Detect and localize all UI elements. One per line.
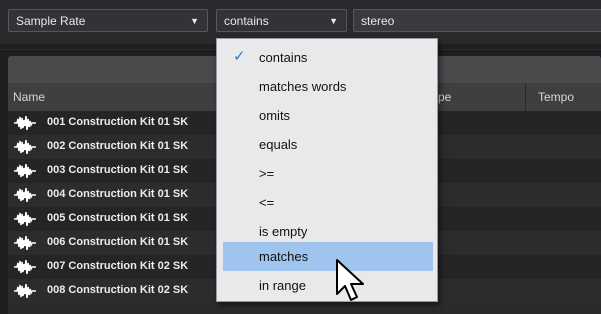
menu-item-equals[interactable]: equals	[223, 130, 433, 159]
audio-waveform-icon	[14, 140, 36, 154]
search-value-input[interactable]: stereo	[353, 9, 601, 32]
list-item-name: 002 Construction Kit 01 SK	[47, 140, 189, 152]
list-item-name: 001 Construction Kit 01 SK	[47, 116, 189, 128]
column-header-tempo[interactable]: Tempo	[538, 90, 574, 104]
audio-waveform-icon	[14, 188, 36, 202]
menu-item-less-equal[interactable]: <=	[223, 188, 433, 217]
attribute-select-value: Sample Rate	[16, 14, 86, 28]
triangle-down-icon: ▼	[190, 16, 199, 26]
column-header-type[interactable]: pe	[438, 90, 451, 104]
audio-waveform-icon	[14, 164, 36, 178]
checkmark-icon: ✓	[233, 48, 246, 65]
triangle-down-icon: ▼	[329, 16, 338, 26]
menu-item-matches[interactable]: matches	[223, 242, 433, 271]
operator-select[interactable]: contains ▼	[216, 9, 347, 32]
menu-item-in-range[interactable]: in range	[223, 271, 433, 300]
menu-item-omits[interactable]: omits	[223, 101, 433, 130]
list-item-name: 005 Construction Kit 01 SK	[47, 212, 189, 224]
column-separator[interactable]	[525, 83, 526, 111]
list-item-name: 008 Construction Kit 02 SK	[47, 284, 189, 296]
audio-waveform-icon	[14, 116, 36, 130]
list-item-name: 003 Construction Kit 01 SK	[47, 164, 189, 176]
menu-item-greater-equal[interactable]: >=	[223, 159, 433, 188]
menu-item-contains[interactable]: ✓ contains	[223, 43, 433, 72]
operator-dropdown-menu: ✓ contains matches words omits equals >=…	[216, 38, 438, 302]
column-header-name[interactable]: Name	[13, 90, 45, 104]
mouse-pointer-icon	[336, 259, 364, 301]
attribute-select[interactable]: Sample Rate ▼	[8, 9, 208, 32]
list-item-name: 004 Construction Kit 01 SK	[47, 188, 189, 200]
list-item-name: 006 Construction Kit 01 SK	[47, 236, 189, 248]
operator-select-value: contains	[224, 14, 269, 28]
audio-waveform-icon	[14, 236, 36, 250]
search-value-text: stereo	[361, 14, 395, 28]
audio-waveform-icon	[14, 212, 36, 226]
audio-waveform-icon	[14, 284, 36, 298]
audio-waveform-icon	[14, 260, 36, 274]
menu-item-matches-words[interactable]: matches words	[223, 72, 433, 101]
list-item-name: 007 Construction Kit 02 SK	[47, 260, 189, 272]
